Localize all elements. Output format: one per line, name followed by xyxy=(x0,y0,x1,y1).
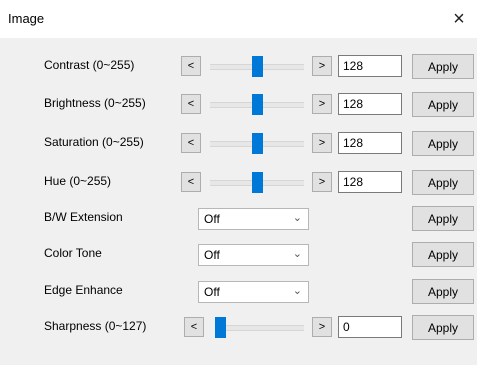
color-tone-row: Color Tone Off ⌄ Apply xyxy=(0,241,477,267)
color-tone-selected: Off xyxy=(204,248,220,262)
color-tone-apply-button[interactable]: Apply xyxy=(412,242,474,267)
image-dialog: Image × Contrast (0~255) < > 128 Apply B… xyxy=(0,0,477,365)
color-tone-label: Color Tone xyxy=(44,246,102,260)
title-bar: Image × xyxy=(0,0,477,38)
brightness-value-input[interactable]: 128 xyxy=(338,93,402,115)
slider-track xyxy=(215,325,304,331)
close-icon[interactable]: × xyxy=(441,0,477,38)
sharpness-row: Sharpness (0~127) < > 0 Apply xyxy=(0,314,477,340)
saturation-apply-button[interactable]: Apply xyxy=(412,131,474,156)
color-tone-select[interactable]: Off ⌄ xyxy=(198,244,309,266)
contrast-label: Contrast (0~255) xyxy=(44,58,135,72)
hue-value-input[interactable]: 128 xyxy=(338,171,402,193)
chevron-down-icon: ⌄ xyxy=(292,212,302,224)
hue-slider[interactable] xyxy=(210,172,304,193)
bw-extension-label: B/W Extension xyxy=(44,210,123,224)
edge-enhance-row: Edge Enhance Off ⌄ Apply xyxy=(0,278,477,304)
contrast-increase-button[interactable]: > xyxy=(312,56,332,76)
sharpness-slider[interactable] xyxy=(215,317,304,338)
edge-enhance-apply-button[interactable]: Apply xyxy=(412,279,474,304)
sharpness-value-input[interactable]: 0 xyxy=(338,316,402,338)
bw-extension-selected: Off xyxy=(204,212,220,226)
sharpness-apply-button[interactable]: Apply xyxy=(412,315,474,340)
sharpness-decrease-button[interactable]: < xyxy=(184,317,204,337)
brightness-increase-button[interactable]: > xyxy=(312,94,332,114)
edge-enhance-select[interactable]: Off ⌄ xyxy=(198,281,309,303)
chevron-down-icon: ⌄ xyxy=(292,248,302,260)
brightness-row: Brightness (0~255) < > 128 Apply xyxy=(0,91,477,117)
hue-decrease-button[interactable]: < xyxy=(181,172,201,192)
sharpness-label: Sharpness (0~127) xyxy=(44,319,147,333)
hue-apply-button[interactable]: Apply xyxy=(412,170,474,195)
contrast-apply-button[interactable]: Apply xyxy=(412,54,474,79)
slider-thumb[interactable] xyxy=(215,317,226,338)
brightness-apply-button[interactable]: Apply xyxy=(412,92,474,117)
chevron-down-icon: ⌄ xyxy=(292,285,302,297)
bw-extension-select[interactable]: Off ⌄ xyxy=(198,208,309,230)
saturation-increase-button[interactable]: > xyxy=(312,133,332,153)
saturation-slider[interactable] xyxy=(210,133,304,154)
saturation-row: Saturation (0~255) < > 128 Apply xyxy=(0,130,477,156)
edge-enhance-selected: Off xyxy=(204,285,220,299)
slider-thumb[interactable] xyxy=(252,56,264,77)
hue-increase-button[interactable]: > xyxy=(312,172,332,192)
contrast-decrease-button[interactable]: < xyxy=(181,56,201,76)
saturation-decrease-button[interactable]: < xyxy=(181,133,201,153)
contrast-slider[interactable] xyxy=(210,56,304,77)
contrast-row: Contrast (0~255) < > 128 Apply xyxy=(0,53,477,79)
edge-enhance-label: Edge Enhance xyxy=(44,283,123,297)
sharpness-increase-button[interactable]: > xyxy=(312,317,332,337)
hue-row: Hue (0~255) < > 128 Apply xyxy=(0,169,477,195)
brightness-decrease-button[interactable]: < xyxy=(181,94,201,114)
bw-extension-row: B/W Extension Off ⌄ Apply xyxy=(0,205,477,231)
contrast-value-input[interactable]: 128 xyxy=(338,55,402,77)
slider-thumb[interactable] xyxy=(252,133,264,154)
window-title: Image xyxy=(8,11,45,26)
saturation-value-input[interactable]: 128 xyxy=(338,132,402,154)
hue-label: Hue (0~255) xyxy=(44,174,112,188)
bw-extension-apply-button[interactable]: Apply xyxy=(412,206,474,231)
brightness-slider[interactable] xyxy=(210,94,304,115)
saturation-label: Saturation (0~255) xyxy=(44,135,144,149)
brightness-label: Brightness (0~255) xyxy=(44,96,146,110)
slider-thumb[interactable] xyxy=(252,94,264,115)
slider-thumb[interactable] xyxy=(252,172,264,193)
